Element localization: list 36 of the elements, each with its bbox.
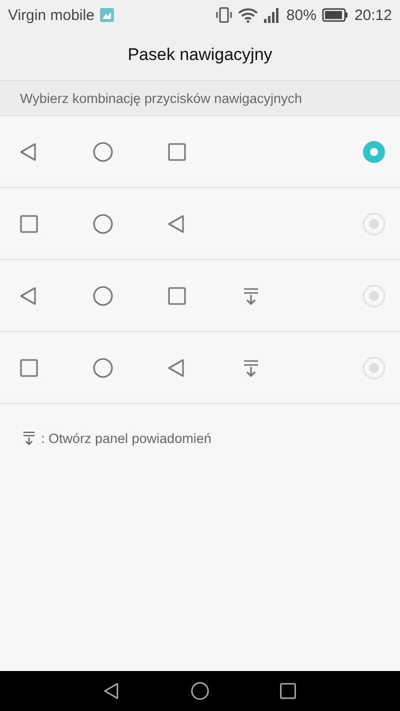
home-icon xyxy=(93,214,113,234)
back-icon xyxy=(167,358,187,378)
notification-panel-icon xyxy=(241,358,261,378)
notification-panel-icon xyxy=(241,286,261,306)
radio-button[interactable] xyxy=(363,140,385,162)
notification-panel-icon xyxy=(21,430,37,446)
recent-apps-icon xyxy=(167,142,187,162)
radio-button[interactable] xyxy=(363,356,385,378)
recent-apps-button[interactable] xyxy=(279,682,297,700)
clock-time: 20:12 xyxy=(354,6,392,24)
recent-apps-icon xyxy=(279,682,297,700)
signal-icon xyxy=(264,7,280,23)
back-icon xyxy=(19,142,39,162)
image-notification-icon xyxy=(100,8,114,22)
home-icon xyxy=(93,142,113,162)
legend-text: : Otwórz panel powiadomień xyxy=(41,430,212,446)
recent-apps-icon xyxy=(19,358,39,378)
vibrate-icon xyxy=(216,7,232,23)
wifi-icon xyxy=(238,7,258,23)
page-title: Pasek nawigacyjny xyxy=(128,45,272,65)
carrier-name: Virgin mobile xyxy=(8,6,94,24)
home-icon xyxy=(93,358,113,378)
home-button[interactable] xyxy=(191,682,209,700)
back-icon xyxy=(103,682,121,700)
recent-apps-icon xyxy=(19,214,39,234)
back-button[interactable] xyxy=(103,682,121,700)
section-header-text: Wybierz kombinację przycisków nawigacyjnych xyxy=(20,90,302,106)
radio-button[interactable] xyxy=(363,212,385,234)
back-icon xyxy=(167,214,187,234)
home-icon xyxy=(93,286,113,306)
battery-percent: 80% xyxy=(286,6,316,24)
battery-icon xyxy=(322,8,348,22)
recent-apps-icon xyxy=(167,286,187,306)
radio-button[interactable] xyxy=(363,284,385,306)
home-icon xyxy=(191,682,209,700)
back-icon xyxy=(19,286,39,306)
